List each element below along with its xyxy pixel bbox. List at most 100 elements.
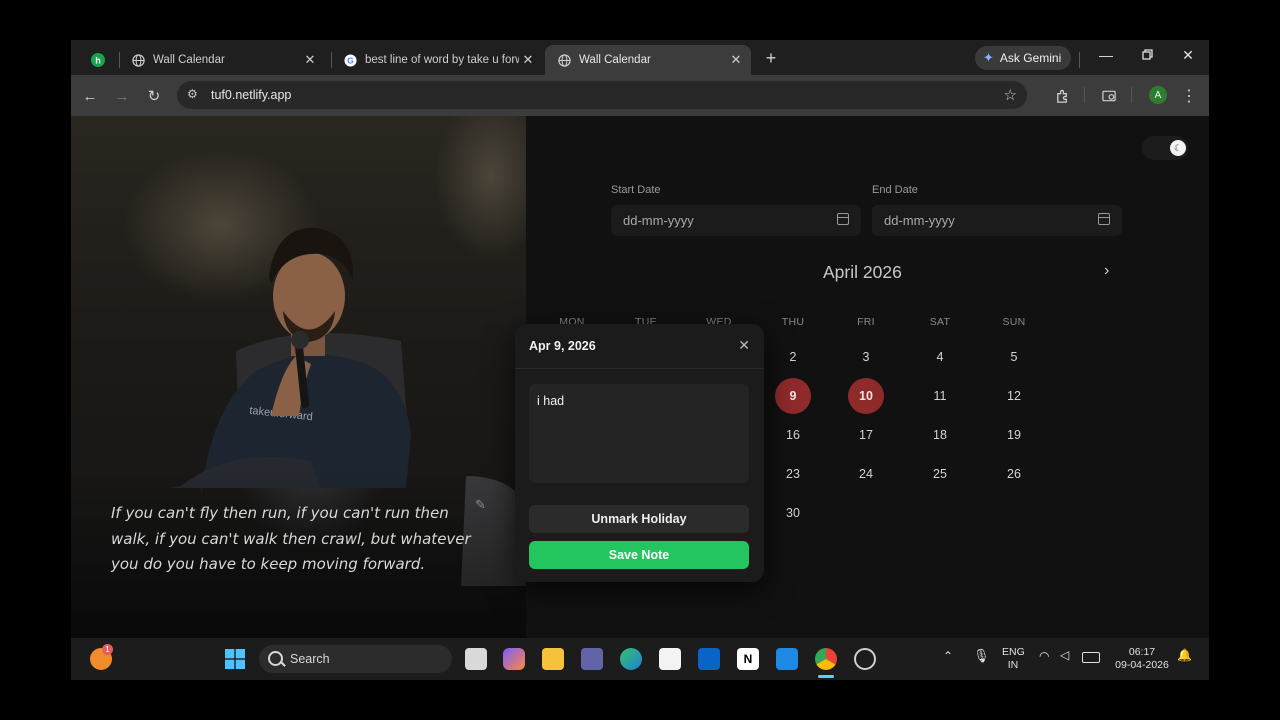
tab-strip: h Wall Calendar ✕ G best line of word by…	[71, 40, 1209, 75]
globe-icon	[557, 53, 571, 67]
next-month-chevron-icon[interactable]: ›	[1104, 262, 1109, 280]
site-info-icon[interactable]: ⚙	[187, 87, 198, 101]
day-cell-11[interactable]: 11	[922, 378, 958, 414]
new-tab-icon[interactable]: +	[761, 48, 781, 69]
close-icon[interactable]: ✕	[519, 52, 537, 68]
day-cell-2[interactable]: 2	[775, 339, 811, 375]
day-cell-9[interactable]: 9	[775, 378, 811, 414]
tab-wall-calendar-active[interactable]: Wall Calendar ✕	[545, 45, 751, 75]
note-textarea[interactable]	[529, 384, 749, 483]
language-indicator[interactable]: ENG IN	[1002, 646, 1025, 672]
address-bar[interactable]: ⚙ tuf0.netlify.app ☆	[177, 81, 1027, 109]
close-icon[interactable]: ✕	[301, 52, 319, 68]
day-number: 5	[1010, 350, 1018, 364]
theme-toggle[interactable]: ☾	[1142, 136, 1188, 160]
globe-icon	[131, 53, 145, 67]
divider	[515, 368, 764, 369]
reload-icon[interactable]: ↻	[143, 85, 165, 107]
wifi-icon[interactable]: ◠	[1039, 650, 1049, 663]
notion-icon[interactable]: N	[737, 648, 759, 670]
day-cell-18[interactable]: 18	[922, 417, 958, 453]
copilot-icon[interactable]	[503, 648, 525, 670]
day-cell-16[interactable]: 16	[775, 417, 811, 453]
day-cell-4[interactable]: 4	[922, 339, 958, 375]
lang-label: ENG	[1002, 646, 1025, 658]
ask-gemini-button[interactable]: ✦ Ask Gemini	[975, 46, 1072, 70]
tab-google-search[interactable]: G best line of word by take u forw ✕	[331, 45, 543, 75]
day-number: 2	[789, 350, 797, 364]
bookmark-star-icon[interactable]: ☆	[1004, 86, 1017, 104]
microphone-icon[interactable]: 🎙	[973, 649, 990, 662]
task-view-icon[interactable]	[465, 648, 487, 670]
hero-image: takeuforward If you can't fly then run, …	[71, 116, 526, 638]
unmark-holiday-button[interactable]: Unmark Holiday	[529, 505, 749, 533]
edge-icon[interactable]	[620, 648, 642, 670]
weekday-sat: SAT	[929, 316, 951, 328]
calendar-icon[interactable]	[837, 213, 849, 225]
close-icon[interactable]: ✕	[727, 52, 745, 68]
browser-toolbar: ← → ↻ ⚙ tuf0.netlify.app ☆ A ⋮	[71, 75, 1209, 116]
day-cell-10[interactable]: 10	[848, 378, 884, 414]
start-date-input[interactable]: dd-mm-yyyy	[611, 205, 861, 236]
close-icon[interactable]: ✕	[738, 337, 750, 354]
end-date-input[interactable]: dd-mm-yyyy	[872, 205, 1122, 236]
tab-wall-calendar-1[interactable]: Wall Calendar ✕	[119, 45, 325, 75]
minimize-icon[interactable]: —	[1091, 47, 1121, 63]
day-cell-25[interactable]: 25	[922, 456, 958, 492]
extensions-icon[interactable]	[1051, 85, 1073, 107]
day-cell-23[interactable]: 23	[775, 456, 811, 492]
back-icon[interactable]: ←	[79, 85, 101, 107]
edit-pencil-icon[interactable]: ✎	[475, 497, 486, 513]
taskbar-search[interactable]: Search	[259, 645, 452, 673]
file-explorer-icon[interactable]	[542, 648, 564, 670]
day-cell-12[interactable]: 12	[996, 378, 1032, 414]
chatgpt-icon[interactable]	[854, 648, 876, 670]
calendar-icon[interactable]	[1098, 213, 1110, 225]
day-cell-17[interactable]: 17	[848, 417, 884, 453]
teams-icon[interactable]	[581, 648, 603, 670]
toolbar-separator	[1131, 87, 1132, 103]
store-icon[interactable]	[659, 648, 681, 670]
day-cell-26[interactable]: 26	[996, 456, 1032, 492]
svg-text:h: h	[95, 56, 101, 66]
svg-text:G: G	[347, 55, 354, 65]
day-number: 19	[1007, 428, 1021, 442]
volume-icon[interactable]: ◁	[1060, 649, 1069, 662]
tab-search-icon[interactable]	[1098, 85, 1120, 107]
save-note-button[interactable]: Save Note	[529, 541, 749, 569]
weekday-sun: SUN	[1002, 316, 1026, 328]
day-cell-5[interactable]: 5	[996, 339, 1032, 375]
moon-icon: ☾	[1170, 140, 1186, 156]
notification-bell-icon[interactable]: 🔔	[1177, 649, 1192, 662]
day-number: 11	[933, 389, 947, 403]
outlook-icon[interactable]	[698, 648, 720, 670]
start-date-placeholder: dd-mm-yyyy	[623, 213, 694, 228]
active-app-indicator	[818, 675, 834, 678]
search-icon	[268, 651, 283, 666]
day-cell-3[interactable]: 3	[848, 339, 884, 375]
clock[interactable]: 06:17 09-04-2026	[1113, 646, 1171, 672]
taskbar: 1 Search N ⌃ 🎙 ENG IN ◠ ◁ 06:17 09-04-20…	[71, 638, 1209, 680]
window-close-icon[interactable]: ✕	[1173, 47, 1203, 64]
day-cell-19[interactable]: 19	[996, 417, 1032, 453]
day-number: 26	[1007, 467, 1021, 481]
notification-badge: 1	[102, 644, 113, 655]
toolbar-separator	[1084, 87, 1085, 103]
profile-avatar[interactable]: A	[1149, 86, 1167, 104]
day-number: 9	[789, 389, 797, 403]
day-number: 23	[786, 467, 800, 481]
note-popup: Apr 9, 2026 ✕ Unmark Holiday Save Note	[515, 324, 764, 582]
end-date-label: End Date	[872, 184, 918, 196]
vscode-icon[interactable]	[776, 648, 798, 670]
day-cell-24[interactable]: 24	[848, 456, 884, 492]
day-cell-30[interactable]: 30	[775, 495, 811, 531]
battery-icon[interactable]	[1082, 652, 1100, 663]
chevron-up-icon[interactable]: ⌃	[943, 650, 953, 663]
hero-quote: If you can't fly then run, if you can't …	[111, 504, 471, 573]
tab-pinned-app[interactable]: h	[79, 45, 115, 75]
menu-kebab-icon[interactable]: ⋮	[1178, 85, 1200, 107]
windows-start-icon[interactable]	[224, 648, 246, 670]
forward-icon[interactable]: →	[111, 85, 133, 107]
chrome-icon[interactable]	[815, 648, 837, 670]
restore-icon[interactable]	[1132, 47, 1162, 63]
